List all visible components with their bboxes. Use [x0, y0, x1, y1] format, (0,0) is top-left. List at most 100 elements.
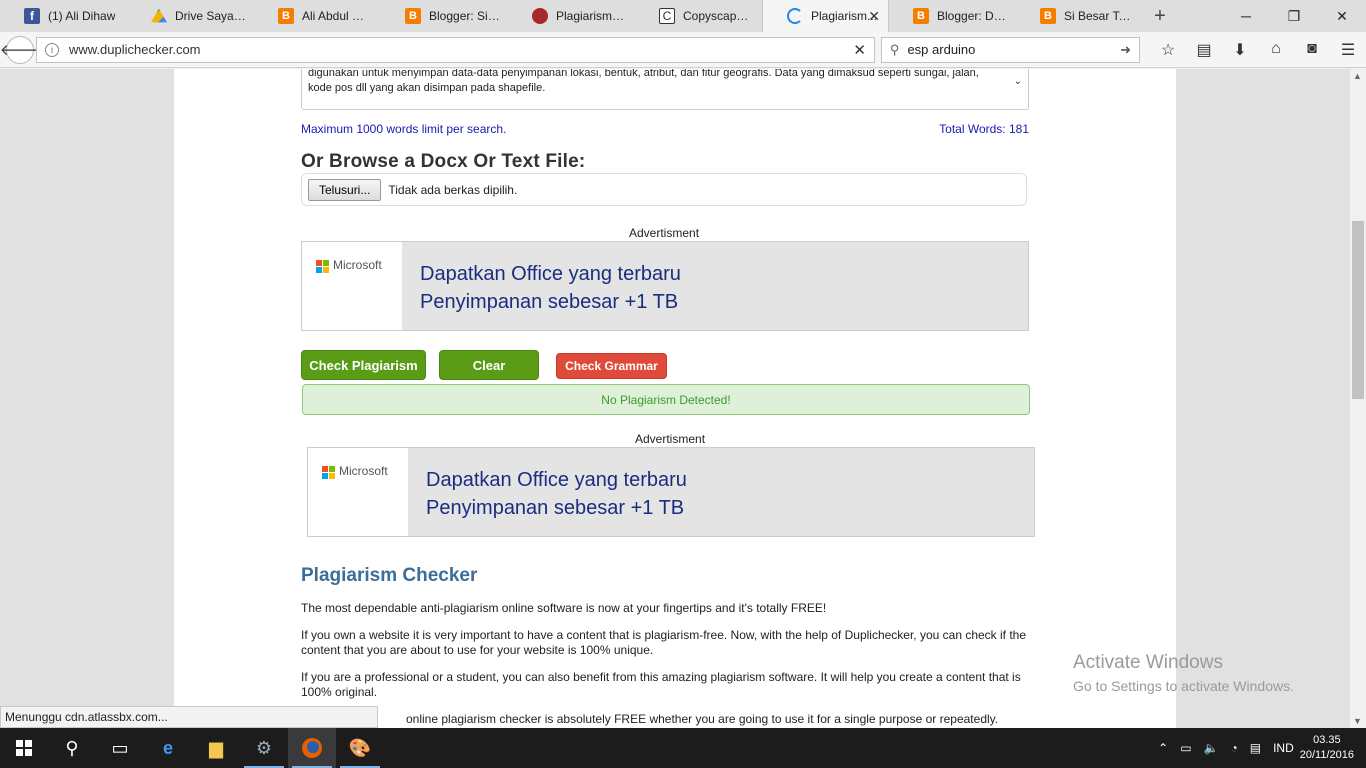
address-bar[interactable]: i www.duplichecker.com ✕: [36, 36, 875, 63]
status-bar: Menunggu cdn.atlassbx.com...: [0, 706, 378, 728]
microsoft-logo: Microsoft: [302, 242, 402, 330]
url-text[interactable]: www.duplichecker.com: [69, 42, 201, 57]
scrollbar-thumb[interactable]: [1352, 221, 1364, 399]
pocket-icon[interactable]: ◙: [1294, 40, 1330, 60]
close-window-icon[interactable]: ✕: [1318, 0, 1366, 32]
microsoft-icon: [316, 260, 329, 273]
blogger-icon: B: [1040, 8, 1056, 24]
microsoft-icon: [322, 466, 335, 479]
blogger-icon: B: [913, 8, 929, 24]
tab-blogger-4[interactable]: BSi Besar Tapi K...: [1016, 0, 1143, 32]
close-tab-icon[interactable]: ✕: [868, 8, 880, 25]
section-title: Plagiarism Checker: [301, 565, 478, 586]
ad-brand-2: Microsoft: [339, 464, 388, 478]
tab-blogger-3[interactable]: BBlogger: Dasb...: [889, 0, 1016, 32]
web-viewport: digunakan untuk menyimpan data-data peny…: [0, 69, 1350, 728]
word-limit-note: Maximum 1000 words limit per search.: [301, 122, 507, 136]
paragraph-2: If you own a website it is very importan…: [301, 628, 1027, 657]
ad-text-2: Dapatkan Office yang terbaru Penyimpanan…: [408, 448, 687, 536]
reading-list-icon[interactable]: ▤: [1186, 40, 1222, 60]
clear-button[interactable]: Clear: [439, 350, 539, 380]
copyscape-icon: C: [659, 8, 675, 24]
maximize-icon[interactable]: ❐: [1270, 0, 1318, 32]
vertical-scrollbar[interactable]: ▲ ▼: [1350, 69, 1366, 728]
windows-start-icon[interactable]: [0, 728, 48, 768]
facebook-icon: f: [24, 8, 40, 24]
ad-brand: Microsoft: [333, 258, 382, 272]
loading-icon: [787, 8, 803, 24]
tab-copyscape[interactable]: CCopyscape se...: [635, 0, 762, 32]
search-go-icon[interactable]: ➜: [1120, 42, 1131, 58]
site-icon: [532, 8, 548, 24]
ad-banner-2[interactable]: Microsoft Dapatkan Office yang terbaru P…: [307, 447, 1035, 537]
battery-icon[interactable]: ▭: [1180, 741, 1191, 755]
paint-icon[interactable]: 🎨: [336, 728, 384, 768]
ad-line-1: Dapatkan Office yang terbaru: [420, 263, 681, 285]
toolbar: ☆ ▤ ⬇ ⌂ ◙ ☰: [1150, 40, 1366, 60]
volume-icon[interactable]: 🔈: [1204, 741, 1219, 755]
navigation-bar: 🡐 i www.duplichecker.com ✕ ⚲ esp arduino…: [0, 32, 1366, 68]
tab-blogger-1[interactable]: BAli Abdul Wah...: [254, 0, 381, 32]
google-drive-icon: [151, 8, 167, 23]
content-textarea[interactable]: digunakan untuk menyimpan data-data peny…: [301, 69, 1029, 110]
paragraph-4: online plagiarism checker is absolutely …: [406, 712, 999, 726]
microsoft-logo-2: Microsoft: [308, 448, 408, 536]
browse-heading: Or Browse a Docx Or Text File:: [301, 151, 586, 172]
search-icon[interactable]: ⚲: [48, 728, 96, 768]
page-content: digunakan untuk menyimpan data-data peny…: [174, 69, 1176, 728]
ad-label-2: Advertisment: [635, 432, 706, 446]
file-status: Tidak ada berkas dipilih.: [388, 182, 518, 197]
result-message: No Plagiarism Detected!: [302, 384, 1030, 415]
check-plagiarism-button[interactable]: Check Plagiarism: [301, 350, 426, 380]
tab-plagiarisme[interactable]: Plagiarisme - ...: [508, 0, 635, 32]
home-icon[interactable]: ⌂: [1258, 40, 1294, 60]
new-tab-button[interactable]: +: [1143, 0, 1177, 32]
task-view-icon[interactable]: ▭: [96, 728, 144, 768]
chevron-down-icon[interactable]: ⌄: [1014, 74, 1022, 89]
paragraph-3: If you are a professional or a student, …: [301, 670, 1021, 699]
back-button[interactable]: 🡐: [0, 35, 40, 64]
minimize-icon[interactable]: ─: [1222, 0, 1270, 32]
total-words: Total Words: 181: [939, 122, 1029, 136]
scroll-down-icon[interactable]: ▼: [1353, 716, 1362, 726]
search-input[interactable]: esp arduino: [907, 42, 975, 57]
paragraph-1: The most dependable anti-plagiarism onli…: [301, 601, 827, 615]
edge-icon[interactable]: e: [144, 728, 192, 768]
firefox-icon[interactable]: [288, 728, 336, 768]
ad-line-2-2: Penyimpanan sebesar +1 TB: [426, 497, 685, 519]
tab-blogger-2[interactable]: BBlogger: Si Bes...: [381, 0, 508, 32]
window-controls: ─ ❐ ✕: [1222, 0, 1366, 32]
stop-icon[interactable]: ✕: [853, 41, 866, 59]
ad-line-1-2: Dapatkan Office yang terbaru: [426, 469, 687, 491]
watermark-line-2: Go to Settings to activate Windows.: [1073, 678, 1294, 694]
clock-time: 03.35: [1313, 734, 1341, 746]
system-tray: ⌃ ▭ 🔈 ◔ ▤ IND 03.35 20/11/2016: [1152, 728, 1366, 768]
watermark-line-1: Activate Windows: [1073, 652, 1223, 673]
info-icon[interactable]: i: [45, 42, 59, 57]
clock-date: 20/11/2016: [1299, 749, 1354, 761]
tab-bar: f(1) Ali Dihaw Drive Saya - G... BAli Ab…: [0, 0, 1366, 32]
file-upload-box: Telusuri... Tidak ada berkas dipilih.: [301, 173, 1027, 206]
check-grammar-button[interactable]: Check Grammar: [556, 353, 667, 379]
tab-plagiarism-active[interactable]: Plagiarism... ✕: [762, 0, 889, 32]
steam-icon[interactable]: ⚙: [240, 728, 288, 768]
menu-icon[interactable]: ☰: [1330, 40, 1366, 60]
language-indicator[interactable]: IND: [1273, 741, 1294, 755]
action-center-icon[interactable]: ▤: [1250, 741, 1261, 755]
blogger-icon: B: [405, 8, 421, 24]
taskbar: ⚲ ▭ e ▆ ⚙ 🎨 ⌃ ▭ 🔈 ◔ ▤ IND 03.35 20/11/20…: [0, 728, 1366, 768]
wifi-icon[interactable]: ◔: [1230, 741, 1237, 755]
download-icon[interactable]: ⬇: [1222, 40, 1258, 60]
search-bar[interactable]: ⚲ esp arduino ➜: [880, 36, 1140, 63]
ad-line-2: Penyimpanan sebesar +1 TB: [420, 291, 679, 313]
browse-file-button[interactable]: Telusuri...: [308, 178, 382, 201]
bookmark-star-icon[interactable]: ☆: [1150, 40, 1186, 60]
ad-banner[interactable]: Microsoft Dapatkan Office yang terbaru P…: [301, 241, 1029, 331]
clock[interactable]: 03.35 20/11/2016: [1300, 733, 1354, 763]
tab-facebook[interactable]: f (1) Ali Dihaw: [0, 0, 127, 32]
tab-drive[interactable]: Drive Saya - G...: [127, 0, 254, 32]
file-explorer-icon[interactable]: ▆: [192, 728, 240, 768]
chevron-up-icon[interactable]: ⌃: [1158, 741, 1168, 755]
scroll-up-icon[interactable]: ▲: [1353, 71, 1362, 81]
textarea-text: digunakan untuk menyimpan data-data peny…: [308, 69, 979, 94]
